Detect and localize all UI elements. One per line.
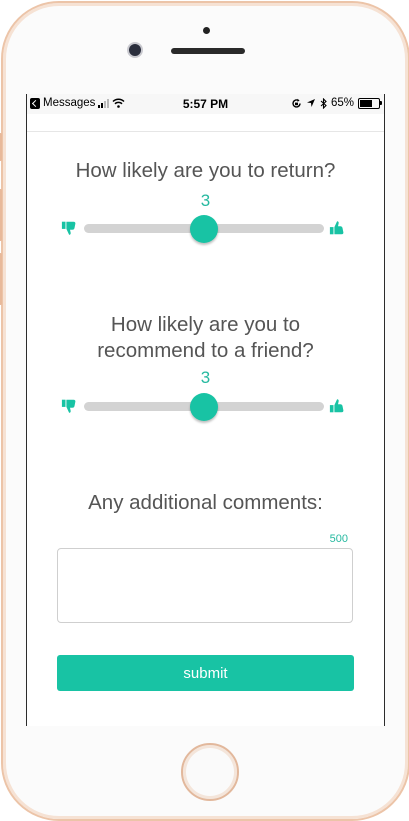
location-arrow-icon [306, 99, 315, 107]
mute-switch [0, 133, 2, 161]
status-bar: Messages 5:57 PM 65% [27, 94, 384, 114]
lock-rotation-icon [292, 98, 301, 108]
header-divider [27, 131, 384, 132]
question-return: How likely are you to return? [75, 159, 336, 182]
bluetooth-icon [320, 97, 327, 109]
return-slider[interactable] [61, 215, 344, 243]
comments-textarea[interactable] [57, 548, 353, 623]
thumbs-up-icon [329, 221, 344, 235]
recommend-value: 3 [200, 368, 211, 387]
thumbs-up-icon [329, 399, 344, 413]
thumbs-down-icon [61, 399, 76, 413]
return-value: 3 [200, 191, 211, 210]
question-recommend-line1: How likely are you to [110, 313, 301, 336]
char-counter: 500 [329, 533, 348, 545]
battery-percent: 65% [330, 97, 354, 109]
comments-label: Any additional comments: [88, 491, 323, 514]
question-recommend-line2: recommend to a friend? [97, 339, 314, 362]
volume-up-button [0, 189, 2, 241]
thumbs-down-icon [61, 221, 76, 235]
submit-button[interactable]: submit [57, 655, 354, 691]
recommend-slider[interactable] [61, 393, 344, 421]
slider-knob[interactable] [190, 215, 218, 243]
slider-knob[interactable] [190, 393, 218, 421]
volume-down-button [0, 253, 2, 305]
earpiece-speaker [171, 48, 245, 54]
screen: Messages 5:57 PM 65% How likely are you … [26, 94, 385, 726]
home-button[interactable] [181, 743, 239, 801]
proximity-sensor [203, 27, 210, 34]
battery-icon [358, 97, 382, 109]
front-camera [129, 44, 141, 56]
